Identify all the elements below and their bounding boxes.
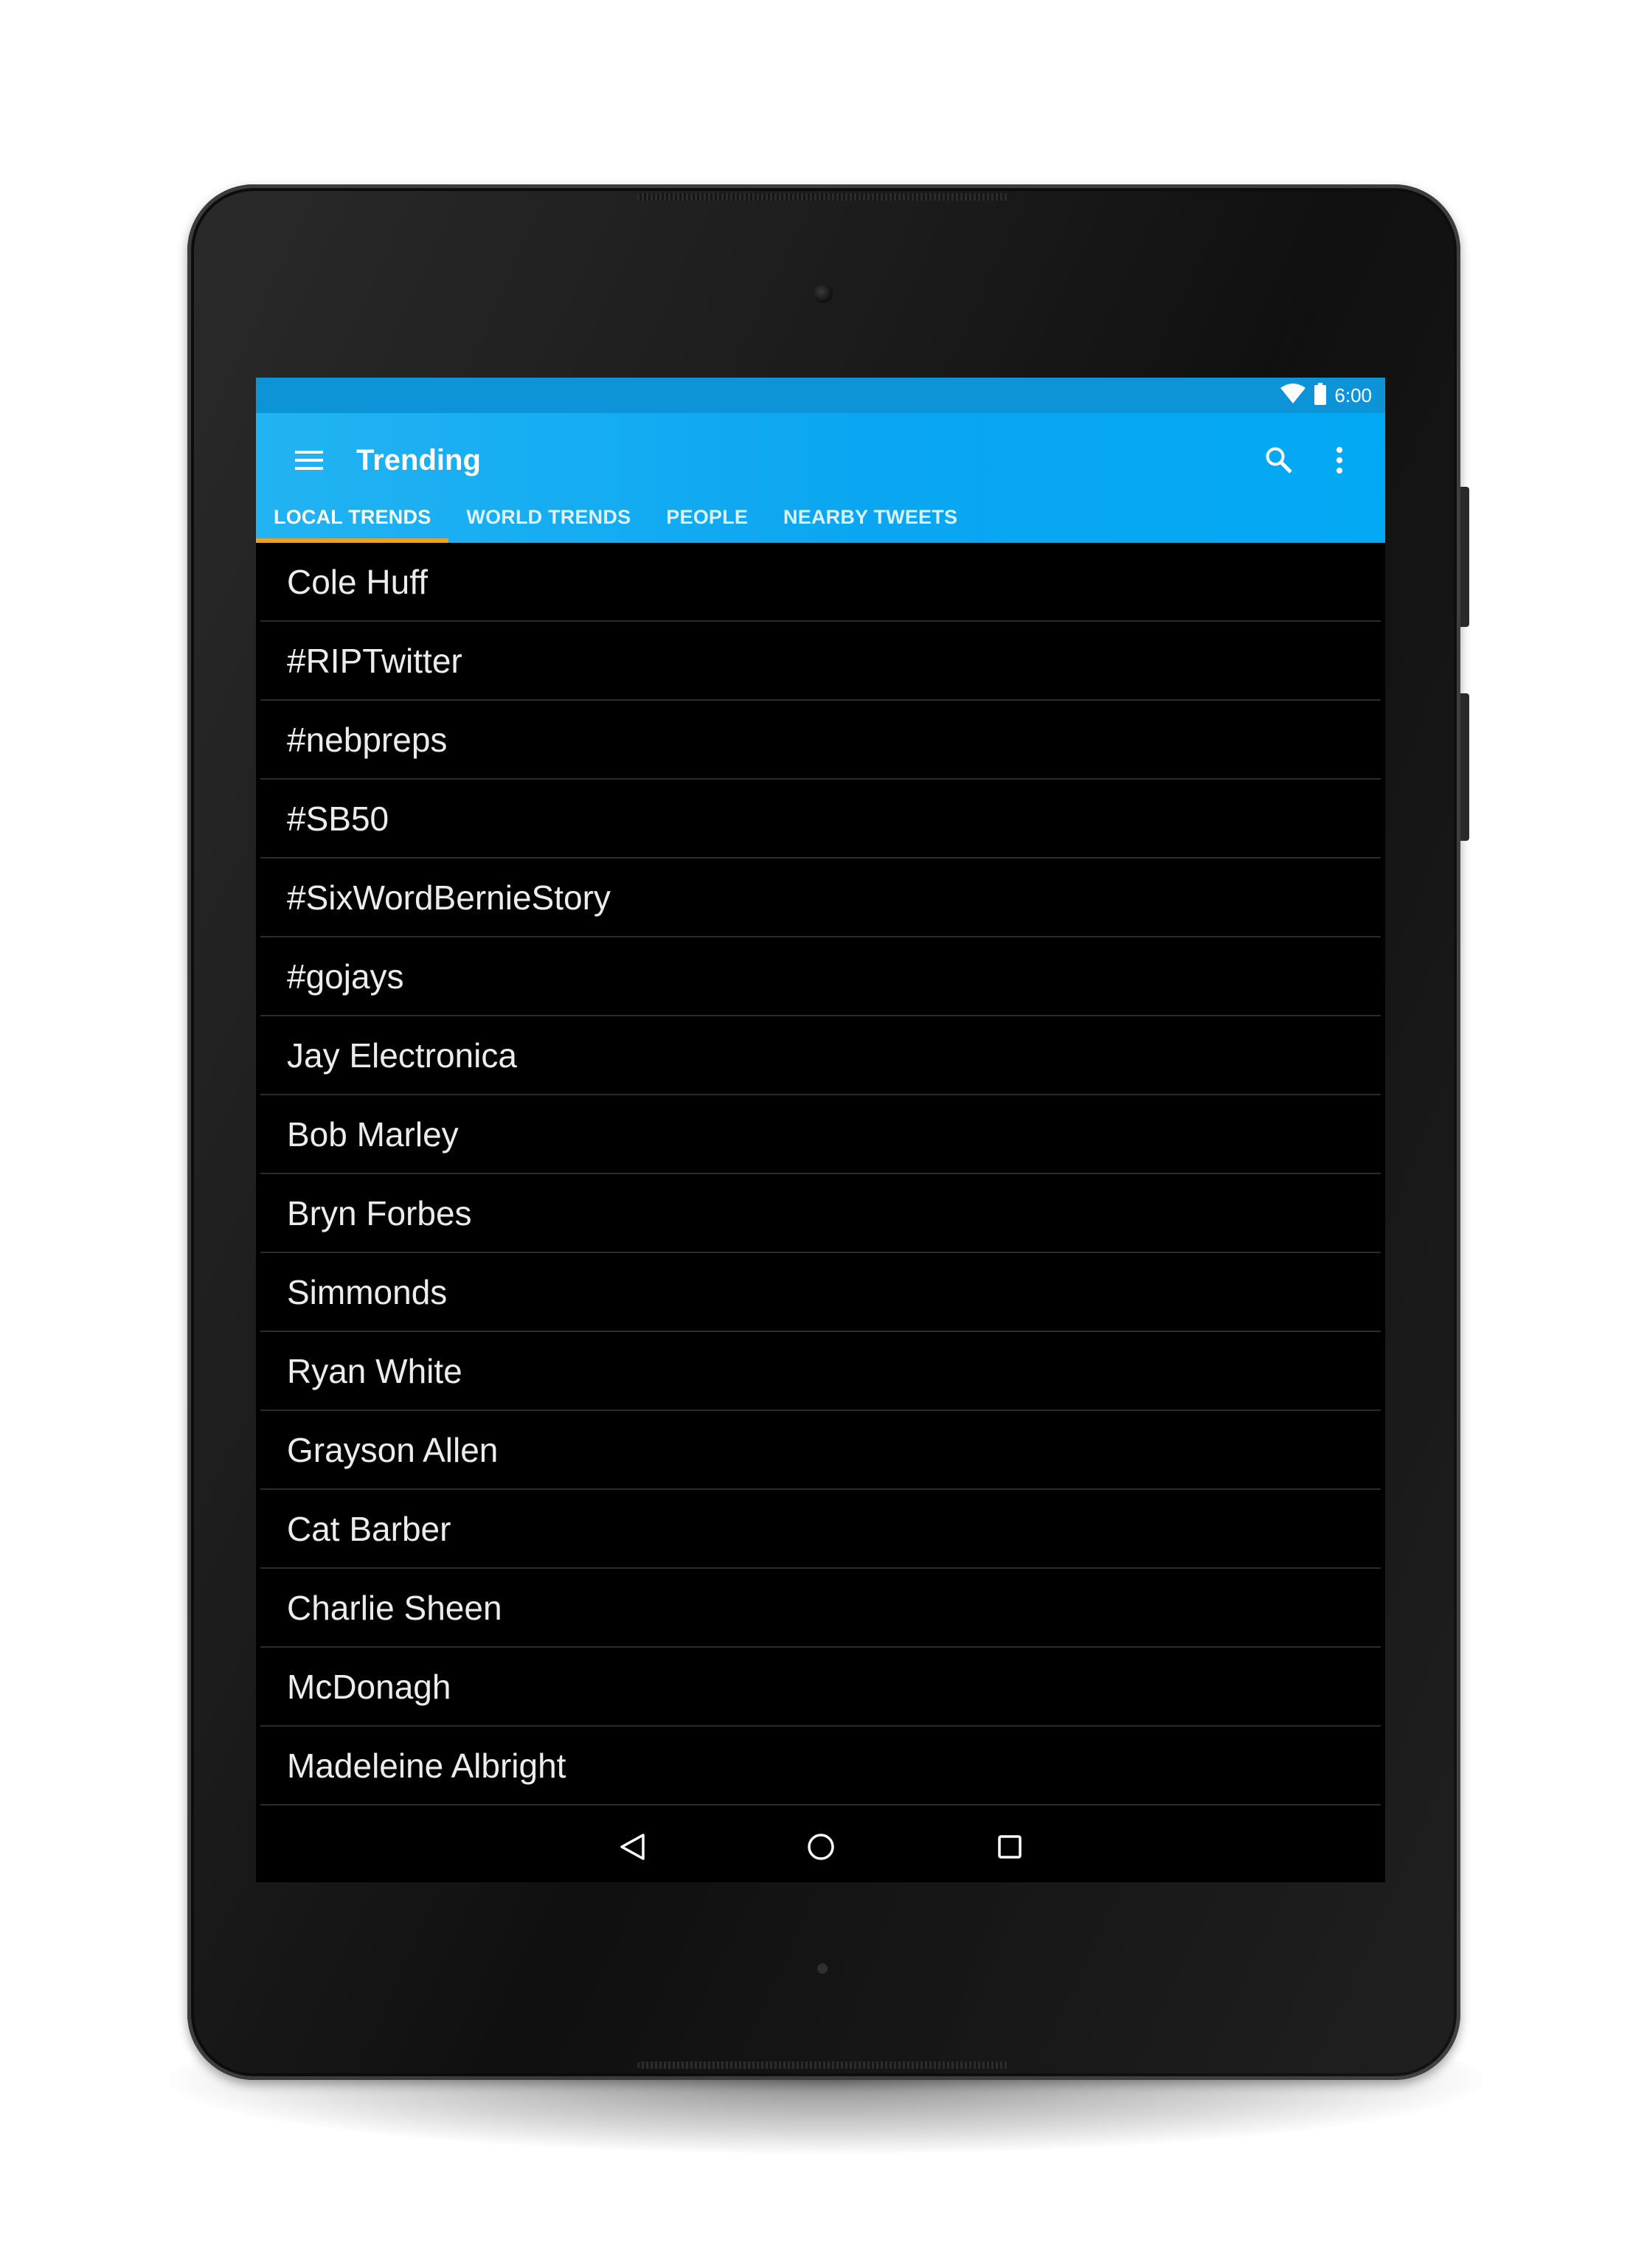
list-item[interactable]: #RIPTwitter: [260, 622, 1381, 701]
app-bar: Trending LOCAL TRENDS WORLD TRENDS PEOPL…: [256, 413, 1385, 543]
home-icon[interactable]: [802, 1828, 839, 1865]
volume-button: [1460, 693, 1469, 841]
recents-icon[interactable]: [991, 1828, 1028, 1865]
list-item[interactable]: McDonagh: [260, 1648, 1381, 1727]
list-item[interactable]: Ryan White: [260, 1332, 1381, 1411]
sensor-dot: [817, 1963, 828, 1974]
list-item[interactable]: Charlie Sheen: [260, 1569, 1381, 1648]
list-item[interactable]: #SB50: [260, 780, 1381, 859]
list-item[interactable]: #nebpreps: [260, 701, 1381, 780]
power-button: [1460, 487, 1469, 627]
back-icon[interactable]: [614, 1828, 651, 1865]
bottom-speaker-grille: [637, 2061, 1009, 2069]
list-item[interactable]: #SixWordBernieStory: [260, 859, 1381, 937]
search-icon[interactable]: [1258, 440, 1300, 481]
tab-people[interactable]: PEOPLE: [648, 507, 766, 543]
list-item[interactable]: Cat Barber: [260, 1490, 1381, 1569]
tab-world-trends[interactable]: WORLD TRENDS: [448, 507, 648, 543]
page-title: Trending: [356, 443, 481, 476]
toolbar: Trending: [256, 413, 1385, 507]
status-bar: 6:00: [256, 378, 1385, 413]
list-item[interactable]: Madeleine Albright: [260, 1727, 1381, 1806]
trend-list: Cole Huff #RIPTwitter #nebpreps #SB50 #S…: [256, 543, 1385, 1806]
status-time: 6:00: [1334, 384, 1372, 406]
list-item[interactable]: Cole Huff: [260, 543, 1381, 622]
tab-local-trends[interactable]: LOCAL TRENDS: [256, 507, 449, 543]
navigation-bar: [256, 1811, 1385, 1882]
front-camera: [814, 284, 833, 303]
tab-bar: LOCAL TRENDS WORLD TRENDS PEOPLE NEARBY …: [256, 507, 1385, 543]
battery-icon: [1314, 382, 1327, 409]
list-item[interactable]: Bob Marley: [260, 1095, 1381, 1174]
top-speaker-grille: [637, 193, 1009, 201]
tab-nearby-tweets[interactable]: NEARBY TWEETS: [766, 507, 975, 543]
list-item[interactable]: Simmonds: [260, 1253, 1381, 1332]
screen: 6:00 Trending LOCAL TRENDS WORLD TRENDS …: [256, 378, 1385, 1882]
list-item[interactable]: Bryn Forbes: [260, 1174, 1381, 1253]
list-item[interactable]: Grayson Allen: [260, 1411, 1381, 1490]
list-item[interactable]: #gojays: [260, 937, 1381, 1016]
menu-icon[interactable]: [293, 444, 325, 476]
list-item[interactable]: Jay Electronica: [260, 1016, 1381, 1095]
more-vert-icon[interactable]: [1319, 440, 1360, 481]
wifi-icon: [1280, 383, 1306, 408]
